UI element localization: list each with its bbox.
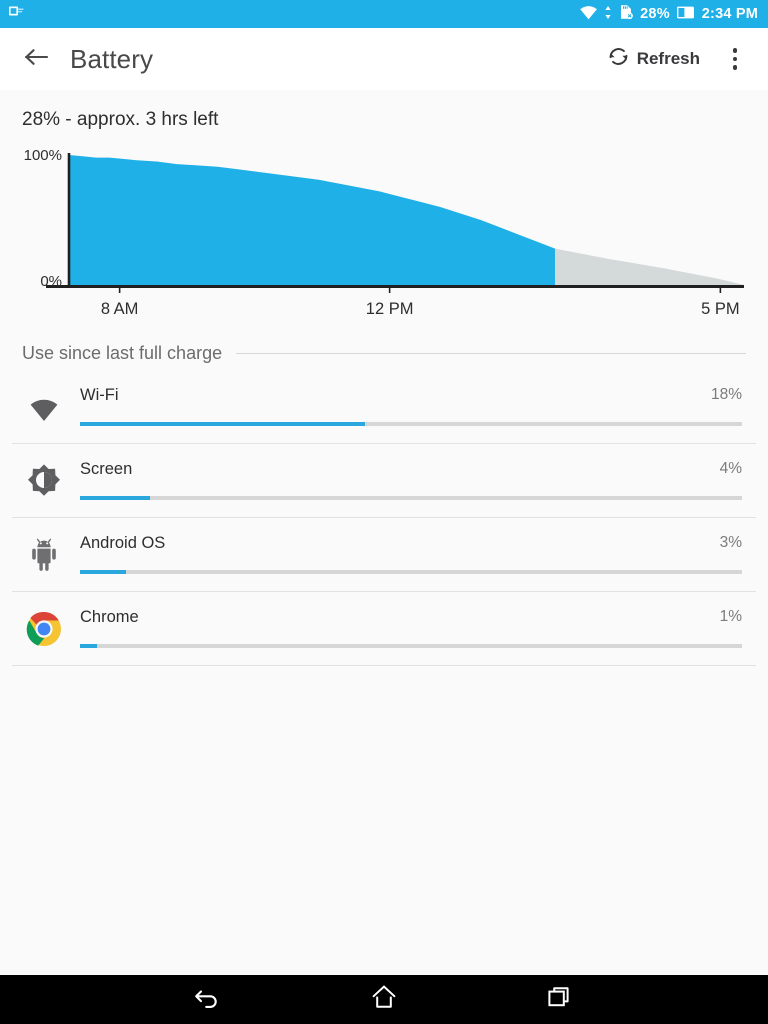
battery-summary: 28% - approx. 3 hrs left (22, 109, 219, 130)
usage-progress-fill (80, 644, 97, 648)
chart-x-tick-label: 12 PM (366, 300, 414, 318)
usage-row-percent: 3% (719, 534, 742, 551)
usage-row-top: Chrome 1% (80, 607, 742, 627)
app-toolbar: Battery Refresh (0, 28, 768, 90)
sdcard-removed-icon (618, 4, 634, 24)
chart-y-tick-label: 100% (24, 147, 62, 164)
usage-row-body: Android OS 3% (80, 533, 742, 577)
chart-area-projected (555, 248, 744, 285)
usage-row[interactable]: Chrome 1% (0, 592, 768, 666)
chart-y-tick-label: 0% (40, 273, 62, 290)
android-icon (22, 533, 66, 577)
battery-content: 28% - approx. 3 hrs left 100% 0% 8 AM 12 PM… (0, 90, 768, 666)
status-bar-notifications (8, 4, 25, 24)
nav-back-button[interactable] (178, 975, 238, 1024)
usage-row[interactable]: Android OS 3% (0, 518, 768, 592)
data-transfer-arrows-icon (604, 5, 612, 24)
usage-row-label: Wi-Fi (80, 386, 119, 404)
usage-row-divider (12, 665, 756, 666)
usage-progress-track (80, 570, 742, 574)
usage-row-body: Wi-Fi 18% (80, 385, 742, 429)
usage-progress-fill (80, 570, 127, 574)
toolbar-actions: Refresh (599, 39, 752, 79)
usage-progress-track (80, 422, 742, 426)
overflow-dot (732, 65, 738, 70)
usage-row-percent: 4% (719, 460, 742, 477)
status-battery-percent: 28% (640, 6, 670, 22)
usage-list: Wi-Fi 18% Screen 4% Android OS 3% Chrome 1% (0, 364, 768, 666)
usage-row[interactable]: Wi-Fi 18% (0, 370, 768, 444)
nav-recents-button[interactable] (530, 975, 590, 1024)
nav-back-icon (193, 984, 223, 1015)
usage-row-label: Screen (80, 460, 133, 478)
battery-chart-svg: 100% 0% 8 AM 12 PM 5 PM (24, 147, 744, 318)
usage-progress-track (80, 496, 742, 500)
nav-home-button[interactable] (354, 975, 414, 1024)
refresh-icon (607, 45, 630, 73)
usage-row-percent: 18% (710, 386, 742, 403)
back-arrow-icon (24, 46, 50, 73)
battery-icon (676, 5, 696, 24)
status-bar[interactable]: 28% 2:34 PM (0, 0, 768, 28)
brightness-icon (22, 459, 66, 503)
usage-progress-fill (80, 422, 365, 426)
status-bar-icons: 28% 2:34 PM (579, 4, 758, 24)
system-navigation-bar (0, 975, 768, 1024)
usage-row-label: Chrome (80, 608, 139, 626)
usage-row-top: Android OS 3% (80, 533, 742, 553)
nav-home-icon (369, 983, 399, 1016)
nav-recents-icon (546, 984, 574, 1015)
refresh-label: Refresh (636, 49, 700, 68)
chrome-icon (22, 607, 66, 651)
overflow-dot (732, 56, 738, 62)
wifi-icon (22, 385, 66, 429)
usage-progress-fill (80, 496, 150, 500)
email-notification-icon (8, 4, 25, 24)
chart-x-tick-label: 5 PM (701, 300, 740, 318)
usage-row-top: Wi-Fi 18% (80, 385, 742, 405)
refresh-button[interactable]: Refresh (599, 39, 708, 79)
overflow-menu-icon (732, 48, 738, 53)
usage-row-body: Screen 4% (80, 459, 742, 503)
battery-history-chart: 100% 0% 8 AM 12 PM 5 PM (0, 139, 768, 329)
usage-row-body: Chrome 1% (80, 607, 742, 651)
usage-row-label: Android OS (80, 534, 166, 552)
usage-progress-track (80, 644, 742, 648)
usage-section-title: Use since last full charge (22, 343, 223, 363)
wifi-icon (579, 5, 598, 24)
back-button[interactable] (20, 42, 54, 76)
usage-section-header: Use since last full charge (0, 329, 768, 364)
usage-row[interactable]: Screen 4% (0, 444, 768, 518)
page-title: Battery (70, 43, 154, 74)
chart-x-tick-label: 8 AM (101, 300, 139, 318)
usage-row-percent: 1% (719, 608, 742, 625)
chart-area-recorded (69, 155, 555, 285)
usage-row-top: Screen 4% (80, 459, 742, 479)
status-clock: 2:34 PM (701, 6, 758, 22)
section-divider (236, 353, 746, 354)
overflow-menu-button[interactable] (718, 40, 752, 78)
